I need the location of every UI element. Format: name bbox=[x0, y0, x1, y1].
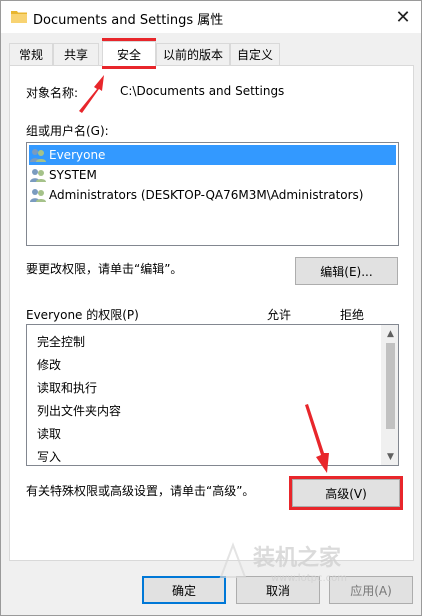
tab-security[interactable]: 安全 bbox=[102, 41, 156, 66]
scroll-up-icon[interactable]: ▲ bbox=[382, 325, 399, 342]
allow-header: 允许 bbox=[267, 308, 292, 322]
apply-button-label: 应用(A) bbox=[350, 583, 392, 598]
permissions-title: Everyone 的权限(P) bbox=[26, 308, 139, 322]
properties-dialog: Documents and Settings 属性 ✕ 常规 共享 安全 以前的… bbox=[0, 0, 422, 616]
permission-label: 完全控制 bbox=[37, 334, 86, 349]
tab-label: 常规 bbox=[18, 48, 43, 62]
user-name: Everyone bbox=[49, 148, 106, 162]
security-panel: 对象名称: C:\Documents and Settings 组或用户名(G)… bbox=[9, 65, 414, 561]
edit-button[interactable]: 编辑(E)... bbox=[295, 257, 398, 285]
user-name: SYSTEM bbox=[49, 168, 97, 182]
tab-sharing[interactable]: 共享 bbox=[53, 43, 99, 65]
user-group-icon bbox=[30, 169, 46, 182]
permissions-list[interactable]: 完全控制 修改 读取和执行 列出文件夹内容 读取 写入 ▲ ▼ bbox=[26, 324, 399, 466]
permission-label: 列出文件夹内容 bbox=[37, 403, 122, 418]
permission-label: 修改 bbox=[37, 357, 62, 372]
permission-label: 读取 bbox=[37, 426, 62, 441]
ok-button[interactable]: 确定 bbox=[142, 576, 226, 604]
tab-general[interactable]: 常规 bbox=[9, 43, 53, 65]
permissions-scrollbar[interactable]: ▲ ▼ bbox=[381, 325, 398, 465]
user-name: Administrators (DESKTOP-QA76M3M\Administ… bbox=[49, 188, 364, 202]
deny-header: 拒绝 bbox=[340, 308, 365, 322]
close-button[interactable]: ✕ bbox=[385, 1, 421, 33]
groups-label: 组或用户名(G): bbox=[26, 124, 109, 138]
permission-row: 列出文件夹内容 bbox=[37, 399, 121, 421]
permission-row: 读取和执行 bbox=[37, 376, 97, 398]
permission-row: 写入 bbox=[37, 445, 61, 467]
tab-label: 自定义 bbox=[236, 48, 273, 62]
object-name-value: C:\Documents and Settings bbox=[120, 84, 285, 98]
advanced-button[interactable]: 高级(V) bbox=[292, 479, 400, 507]
title-bar: Documents and Settings 属性 ✕ bbox=[1, 1, 421, 33]
tab-label: 安全 bbox=[116, 47, 141, 62]
user-row-administrators[interactable]: Administrators (DESKTOP-QA76M3M\Administ… bbox=[29, 185, 396, 205]
cancel-button-label: 取消 bbox=[265, 583, 290, 598]
window-title: Documents and Settings 属性 bbox=[33, 13, 224, 28]
users-listbox[interactable]: Everyone SYSTEM Administrators (DESKTOP-… bbox=[26, 142, 399, 246]
user-row-system[interactable]: SYSTEM bbox=[29, 165, 396, 185]
edit-hint: 要更改权限，请单击“编辑”。 bbox=[26, 262, 183, 276]
advanced-hint: 有关特殊权限或高级设置，请单击“高级”。 bbox=[26, 484, 255, 498]
tab-strip: 常规 共享 安全 以前的版本 自定义 bbox=[9, 41, 415, 66]
scroll-down-icon[interactable]: ▼ bbox=[382, 448, 399, 465]
user-row-everyone[interactable]: Everyone bbox=[29, 145, 396, 165]
permission-row: 完全控制 bbox=[37, 330, 85, 352]
close-icon: ✕ bbox=[395, 6, 411, 28]
folder-icon bbox=[11, 11, 27, 23]
permission-label: 读取和执行 bbox=[37, 380, 98, 395]
tab-label: 以前的版本 bbox=[162, 48, 223, 62]
permission-label: 写入 bbox=[37, 449, 62, 464]
tab-previous-versions[interactable]: 以前的版本 bbox=[156, 43, 230, 65]
user-group-icon bbox=[30, 189, 46, 202]
edit-button-label: 编辑(E)... bbox=[320, 264, 373, 279]
permission-row: 修改 bbox=[37, 353, 61, 375]
ok-button-label: 确定 bbox=[171, 583, 196, 598]
tab-customize[interactable]: 自定义 bbox=[230, 43, 280, 65]
cancel-button[interactable]: 取消 bbox=[236, 576, 320, 604]
object-name-label: 对象名称: bbox=[26, 86, 79, 100]
tab-label: 共享 bbox=[63, 48, 88, 62]
permission-row: 读取 bbox=[37, 422, 61, 444]
advanced-button-label: 高级(V) bbox=[325, 486, 367, 501]
user-group-icon bbox=[30, 149, 46, 162]
scroll-thumb[interactable] bbox=[386, 343, 395, 429]
apply-button[interactable]: 应用(A) bbox=[329, 576, 413, 604]
